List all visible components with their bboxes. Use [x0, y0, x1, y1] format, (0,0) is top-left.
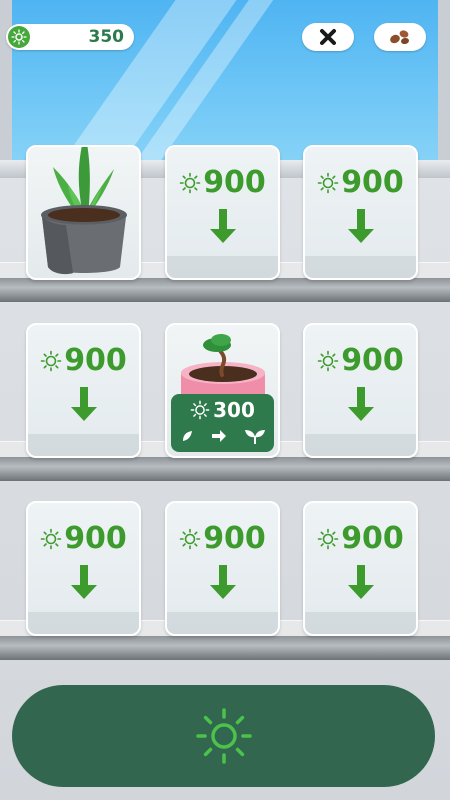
plant-slot-locked[interactable]: 900	[165, 145, 280, 280]
sun-icon	[179, 172, 201, 193]
slot-base	[305, 612, 416, 634]
sun-icon	[195, 708, 252, 764]
sun-icon	[317, 350, 339, 371]
sun-icon	[40, 350, 62, 371]
plant-slot-locked[interactable]: 900	[26, 501, 141, 636]
sun-icon	[317, 172, 339, 193]
close-button[interactable]	[302, 23, 354, 51]
price-value: 900	[64, 521, 127, 556]
arrow-down-icon	[347, 209, 374, 243]
sun-icon	[317, 528, 339, 549]
arrow-down-icon	[347, 387, 374, 421]
seedling-icon	[182, 431, 192, 441]
slot-base	[28, 434, 139, 456]
slot-price: 900	[28, 343, 139, 378]
slot-price: 900	[28, 521, 139, 556]
shelf	[0, 636, 450, 660]
sun-icon	[190, 400, 210, 420]
slot-base	[305, 434, 416, 456]
plant-slot-locked[interactable]: 900	[303, 323, 418, 458]
slot-price: 900	[305, 521, 416, 556]
arrow-down-icon	[70, 565, 97, 599]
close-icon	[320, 29, 336, 45]
shelf	[0, 457, 450, 481]
plant-slot-locked[interactable]: 900	[303, 145, 418, 280]
collect-sun-button[interactable]	[12, 685, 435, 787]
upgrade-cost: 300	[171, 398, 274, 422]
sun-counter: 350	[6, 24, 134, 50]
sun-count: 350	[88, 27, 125, 47]
slot-base	[167, 256, 278, 278]
slot-base	[167, 612, 278, 634]
arrow-down-icon	[70, 387, 97, 421]
slot-price: 900	[305, 165, 416, 200]
sun-icon	[179, 528, 201, 549]
seeds-icon	[390, 30, 409, 45]
arrow-right-icon	[211, 430, 226, 442]
shelf	[0, 278, 450, 302]
slot-price: 900	[305, 343, 416, 378]
sprout-icon	[244, 430, 265, 444]
price-value: 900	[64, 343, 127, 378]
growth-stages	[171, 428, 274, 444]
price-value: 900	[203, 165, 266, 200]
upgrade-cost-value: 300	[213, 398, 255, 422]
plant-slot-growing[interactable]: 300	[165, 323, 280, 458]
sun-icon	[8, 26, 30, 48]
snake-plant-icon	[41, 147, 127, 275]
arrow-down-icon	[209, 209, 236, 243]
price-value: 900	[341, 343, 404, 378]
slot-base	[305, 256, 416, 278]
slot-base	[28, 612, 139, 634]
plant-slot-locked[interactable]: 900	[26, 323, 141, 458]
plant-slot-owned[interactable]	[26, 145, 141, 280]
sun-icon	[40, 528, 62, 549]
price-value: 900	[341, 165, 404, 200]
price-value: 900	[203, 521, 266, 556]
plant-slot-locked[interactable]: 900	[165, 501, 280, 636]
slot-price: 900	[167, 165, 278, 200]
grow-upgrade-panel[interactable]: 300	[171, 394, 274, 452]
slot-price: 900	[167, 521, 278, 556]
arrow-down-icon	[347, 565, 374, 599]
price-value: 900	[341, 521, 404, 556]
seeds-button[interactable]	[374, 23, 426, 51]
arrow-down-icon	[209, 565, 236, 599]
plant-slot-locked[interactable]: 900	[303, 501, 418, 636]
